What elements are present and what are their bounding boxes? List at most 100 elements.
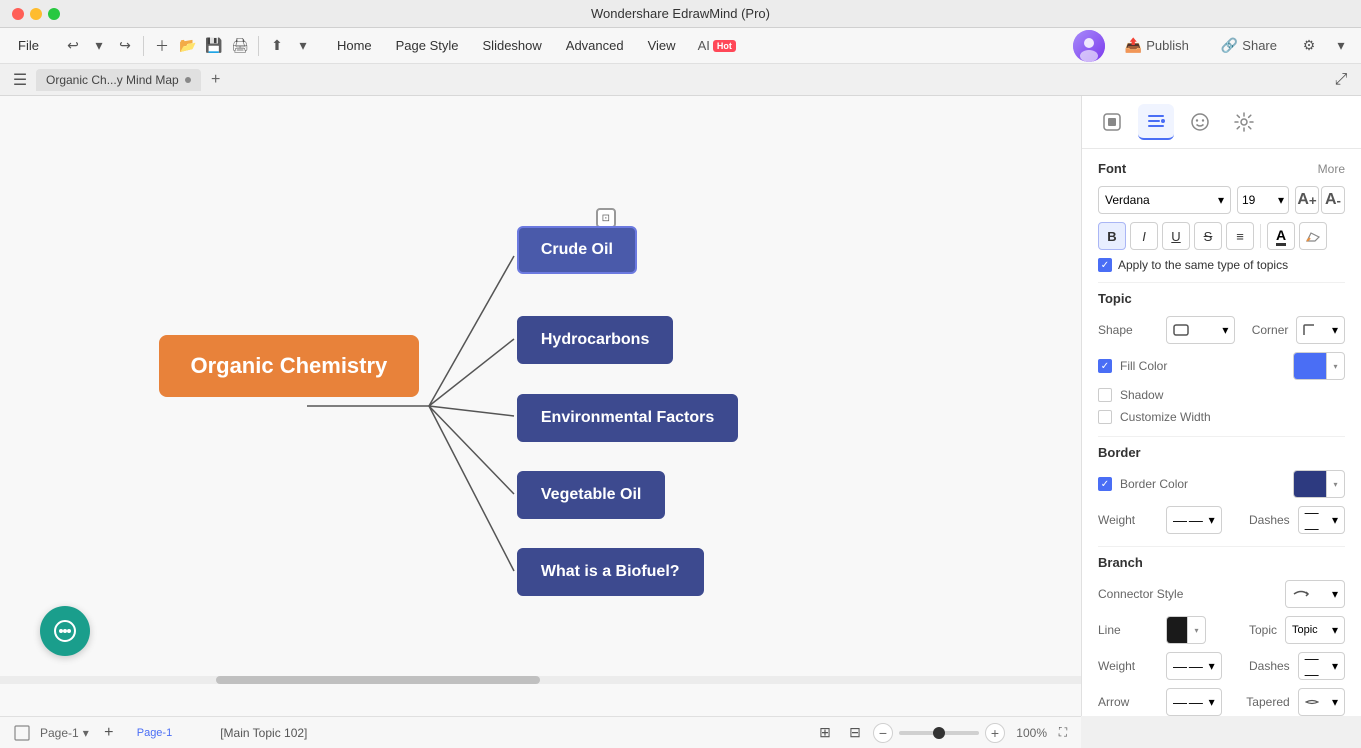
export-button[interactable]: ⬆	[265, 34, 289, 58]
add-page-button[interactable]: +	[97, 721, 121, 745]
fit-width-icon[interactable]: ⊞	[813, 721, 837, 745]
font-section-header: Font More	[1098, 161, 1345, 176]
sidebar-toggle[interactable]: ☰	[8, 68, 32, 92]
close-button[interactable]	[12, 8, 24, 20]
panel-tab-style[interactable]	[1094, 104, 1130, 140]
panel-tab-settings[interactable]	[1226, 104, 1262, 140]
undo-dropdown[interactable]: ▾	[87, 34, 111, 58]
central-node[interactable]: Organic Chemistry	[159, 335, 419, 397]
maximize-button[interactable]	[48, 8, 60, 20]
border-color-checkbox[interactable]: ✓	[1098, 477, 1112, 491]
weight2-dropdown-icon: ▾	[1209, 659, 1215, 673]
font-size-decrease[interactable]: A-	[1321, 186, 1345, 214]
topic-node-hydrocarbons[interactable]: Hydrocarbons	[517, 316, 673, 364]
font-section-title: Font	[1098, 161, 1126, 176]
topic-section-header: Topic	[1098, 291, 1345, 306]
publish-button[interactable]: 📤 Publish	[1113, 33, 1201, 58]
page-dropdown-icon[interactable]: ▾	[83, 726, 89, 740]
scrollbar-thumb[interactable]	[216, 676, 540, 684]
apply-same-topics-checkbox[interactable]: ✓	[1098, 258, 1112, 272]
underline-button[interactable]: U	[1162, 222, 1190, 250]
page-tab-name[interactable]: Page-1	[137, 727, 172, 739]
strikethrough-button[interactable]: S	[1194, 222, 1222, 250]
canvas-area[interactable]: Organic Chemistry ⊡ Crude Oil Hydrocarbo…	[0, 96, 1081, 716]
arrow-label: Arrow	[1098, 695, 1158, 709]
line-color-dropdown[interactable]: ▾	[1187, 617, 1205, 643]
horizontal-scrollbar[interactable]	[0, 676, 1081, 684]
chevron-down-button[interactable]: ▾	[1329, 34, 1353, 58]
topic-node-environmental[interactable]: Environmental Factors	[517, 394, 738, 442]
italic-button[interactable]: I	[1130, 222, 1158, 250]
fill-color-dropdown[interactable]: ▾	[1326, 353, 1344, 379]
file-menu[interactable]: File	[8, 34, 49, 57]
minimize-button[interactable]	[30, 8, 42, 20]
topic-section-title: Topic	[1098, 291, 1132, 306]
panel-tab-format[interactable]	[1138, 104, 1174, 140]
home-menu[interactable]: Home	[327, 34, 382, 57]
line-color-swatch[interactable]: ▾	[1166, 616, 1206, 644]
new-button[interactable]: ＋	[150, 34, 174, 58]
border-color-dropdown[interactable]: ▾	[1326, 471, 1344, 497]
format-divider	[1260, 224, 1261, 248]
advanced-menu[interactable]: Advanced	[556, 34, 634, 57]
user-avatar[interactable]	[1073, 30, 1105, 62]
fit-screen-button[interactable]	[12, 723, 32, 743]
topic-node-vegetable-oil[interactable]: Vegetable Oil	[517, 471, 665, 519]
undo-button[interactable]: ↩	[61, 34, 85, 58]
border-color-swatch[interactable]: ▾	[1293, 470, 1345, 498]
zoom-handle[interactable]	[933, 727, 945, 739]
save-button[interactable]: 💾	[202, 34, 226, 58]
shape-select[interactable]: ▾	[1166, 316, 1235, 344]
topic-branch-select[interactable]: Topic ▾	[1285, 616, 1345, 644]
tab-modified-indicator	[185, 77, 191, 83]
slideshow-menu[interactable]: Slideshow	[473, 34, 552, 57]
font-size-controls: A+ A-	[1295, 186, 1345, 214]
topic-node-biofuel[interactable]: What is a Biofuel?	[517, 548, 704, 596]
export-dropdown[interactable]: ▾	[291, 34, 315, 58]
panel-tab-emoji[interactable]	[1182, 104, 1218, 140]
redo-button[interactable]: ↪	[113, 34, 137, 58]
print-button[interactable]: 🖨	[228, 34, 252, 58]
ai-assistant-button[interactable]	[40, 606, 90, 656]
page-style-menu[interactable]: Page Style	[386, 34, 469, 57]
font-size-select[interactable]: 19 ▾	[1237, 186, 1289, 214]
dashes-select[interactable]: — — ▾	[1298, 506, 1345, 534]
view-menu[interactable]: View	[638, 34, 686, 57]
shadow-checkbox[interactable]	[1098, 388, 1112, 402]
settings-button[interactable]: ⚙	[1297, 34, 1321, 58]
fullscreen-toggle[interactable]: ⛶	[1053, 723, 1073, 743]
more-link[interactable]: More	[1318, 162, 1345, 176]
fit-page-icon[interactable]: ⊟	[843, 721, 867, 745]
dashes2-select[interactable]: — — ▾	[1298, 652, 1345, 680]
toolbar-icons: ↩ ▾ ↪ ＋ 📂 💾 🖨 ⬆ ▾	[61, 34, 315, 58]
fullscreen-icon[interactable]: ⤢	[1329, 68, 1353, 92]
highlight-color-button[interactable]	[1299, 222, 1327, 250]
connector-style-select[interactable]: ▾	[1285, 580, 1345, 608]
topic-node-crude-oil[interactable]: Crude Oil	[517, 226, 637, 274]
new-tab-button[interactable]: +	[205, 69, 227, 91]
font-size-increase[interactable]: A+	[1295, 186, 1319, 214]
fill-color-swatch[interactable]: ▾	[1293, 352, 1345, 380]
bold-button[interactable]: B	[1098, 222, 1126, 250]
arrow-select[interactable]: — — ▾	[1166, 688, 1222, 716]
fill-color-checkbox[interactable]: ✓	[1098, 359, 1112, 373]
dashes2-dropdown-icon: ▾	[1332, 659, 1338, 673]
tab-bar: ☰ Organic Ch...y Mind Map + ⤢	[0, 64, 1361, 96]
zoom-slider[interactable]	[899, 731, 979, 735]
weight-select[interactable]: — — ▾	[1166, 506, 1222, 534]
tapered-select[interactable]: ▾	[1298, 688, 1345, 716]
font-family-select[interactable]: Verdana ▾	[1098, 186, 1231, 214]
zoom-out-button[interactable]: −	[873, 723, 893, 743]
tab-mindmap[interactable]: Organic Ch...y Mind Map	[36, 69, 201, 91]
share-button[interactable]: 🔗 Share	[1209, 33, 1289, 58]
open-button[interactable]: 📂	[176, 34, 200, 58]
arrow-dropdown-icon: ▾	[1209, 695, 1215, 709]
collapse-icon[interactable]: ⊡	[596, 208, 616, 228]
align-button[interactable]: ≡	[1226, 222, 1254, 250]
ai-menu[interactable]: AI Hot	[690, 36, 744, 55]
corner-select[interactable]: ▾	[1296, 316, 1345, 344]
customize-width-checkbox[interactable]	[1098, 410, 1112, 424]
zoom-in-button[interactable]: +	[985, 723, 1005, 743]
font-color-button[interactable]: A	[1267, 222, 1295, 250]
weight2-select[interactable]: — — ▾	[1166, 652, 1222, 680]
